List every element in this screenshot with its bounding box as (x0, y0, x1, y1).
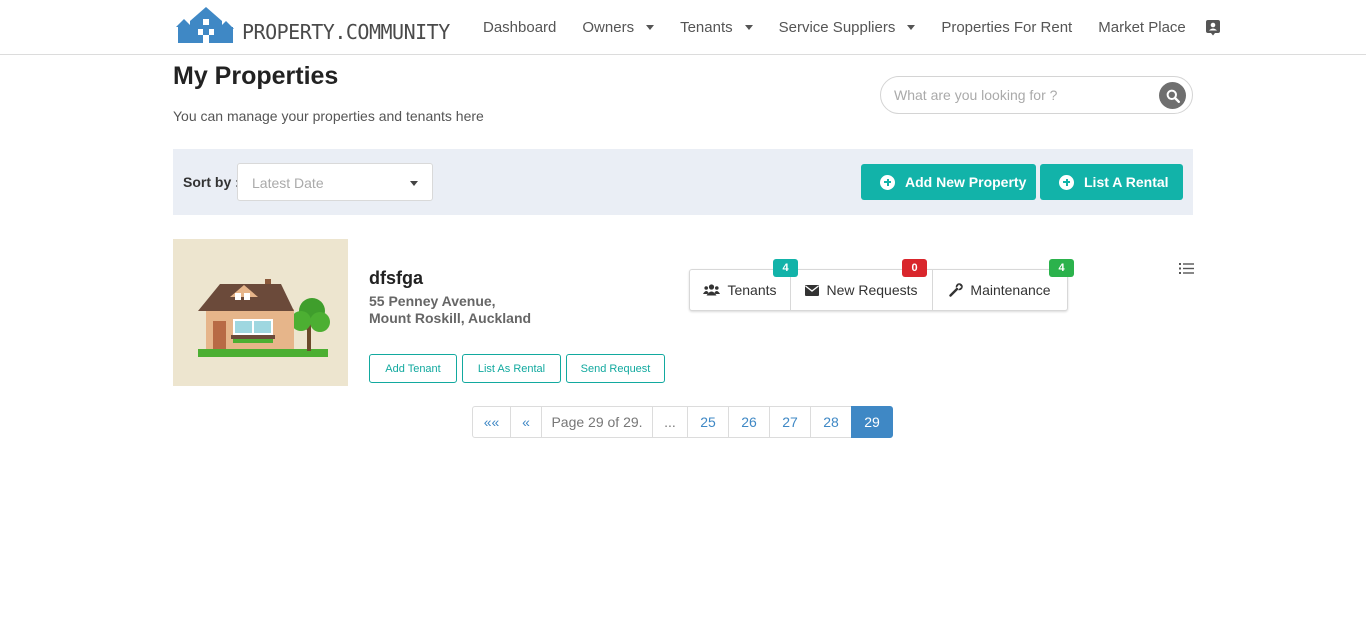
pagination-page-current[interactable]: 29 (851, 406, 893, 438)
new-requests-count-badge: 0 (902, 259, 927, 277)
envelope-icon (805, 284, 820, 296)
property-stats: Tenants 4 New Requests 0 Maintenance 4 (689, 259, 1074, 311)
sort-select[interactable]: Latest Date (237, 163, 433, 201)
sort-label: Sort by : (183, 174, 240, 190)
stat-tenants-label: Tenants (727, 282, 777, 298)
pagination-prev[interactable]: « (510, 406, 542, 438)
page-subtitle: You can manage your properties and tenan… (173, 108, 484, 124)
chevron-down-icon (646, 24, 655, 30)
nav-market-place[interactable]: Market Place (1085, 19, 1199, 36)
property-name[interactable]: dfsfga (369, 268, 423, 289)
chevron-down-icon (744, 24, 753, 30)
stat-new-requests-label: New Requests (826, 282, 918, 298)
nav-properties-for-rent-label: Properties For Rent (941, 18, 1073, 36)
nav-dashboard[interactable]: Dashboard (470, 19, 569, 36)
property-address-line1: 55 Penney Avenue, (369, 293, 496, 309)
top-navbar: PROPERTY.COMMUNITY Dashboard Owners Tena… (0, 0, 1366, 55)
nav-tenants-label: Tenants (680, 18, 733, 36)
sort-select-value: Latest Date (252, 175, 324, 191)
list-as-rental-button[interactable]: List As Rental (462, 354, 561, 383)
list-a-rental-label: List A Rental (1084, 174, 1169, 190)
pagination-page[interactable]: 27 (769, 406, 811, 438)
brand-logo[interactable]: PROPERTY.COMMUNITY (176, 5, 450, 45)
search-button[interactable] (1159, 82, 1186, 109)
plus-circle-icon (1059, 174, 1074, 190)
nav-tenants[interactable]: Tenants (667, 19, 766, 36)
send-request-button[interactable]: Send Request (566, 354, 665, 383)
search-input[interactable] (894, 77, 1154, 113)
nav-service-suppliers[interactable]: Service Suppliers (766, 19, 929, 36)
pagination-first[interactable]: «« (472, 406, 511, 438)
stat-maintenance-label: Maintenance (970, 282, 1051, 298)
add-new-property-button[interactable]: Add New Property (861, 164, 1036, 200)
main-nav: Dashboard Owners Tenants Service Supplie… (470, 0, 1221, 54)
property-image[interactable] (173, 239, 348, 386)
chevron-down-icon (410, 181, 418, 186)
add-tenant-button[interactable]: Add Tenant (369, 354, 457, 383)
nav-service-suppliers-label: Service Suppliers (778, 18, 896, 36)
property-address: 55 Penney Avenue, Mount Roskill, Aucklan… (369, 293, 531, 327)
page-title: My Properties (173, 62, 339, 90)
pagination-ellipsis: ... (652, 406, 688, 438)
pagination-page[interactable]: 25 (687, 406, 729, 438)
nav-dashboard-label: Dashboard (483, 18, 557, 36)
property-address-line2: Mount Roskill, Auckland (369, 310, 532, 326)
properties-toolbar: Sort by : Latest Date Add New Property L… (173, 149, 1193, 215)
nav-owners[interactable]: Owners (569, 19, 667, 36)
nav-market-place-label: Market Place (1098, 18, 1186, 36)
nav-properties-for-rent[interactable]: Properties For Rent (928, 19, 1085, 36)
stat-maintenance[interactable]: Maintenance 4 (933, 259, 1074, 310)
pagination: «« « Page 29 of 29. ... 25 26 27 28 29 (472, 406, 893, 438)
house-illustration-icon (198, 279, 330, 357)
search-box (880, 76, 1193, 114)
wrench-icon (949, 283, 964, 297)
search-icon (1166, 89, 1180, 103)
stat-tenants[interactable]: Tenants 4 (690, 259, 798, 310)
users-icon (703, 284, 721, 296)
add-new-property-label: Add New Property (905, 174, 1027, 190)
pagination-page[interactable]: 28 (810, 406, 852, 438)
stat-new-requests[interactable]: New Requests 0 (791, 259, 933, 310)
contact-card-icon[interactable] (1205, 19, 1221, 36)
pagination-page[interactable]: 26 (728, 406, 770, 438)
list-a-rental-button[interactable]: List A Rental (1040, 164, 1183, 200)
pagination-summary: Page 29 of 29. (541, 406, 653, 438)
maintenance-count-badge: 4 (1049, 259, 1074, 277)
nav-owners-label: Owners (582, 18, 635, 36)
brand-name: PROPERTY.COMMUNITY (242, 20, 450, 44)
plus-circle-icon (880, 174, 895, 190)
list-menu-icon[interactable] (1179, 262, 1194, 280)
houses-logo-icon (176, 7, 234, 43)
chevron-down-icon (907, 24, 916, 30)
